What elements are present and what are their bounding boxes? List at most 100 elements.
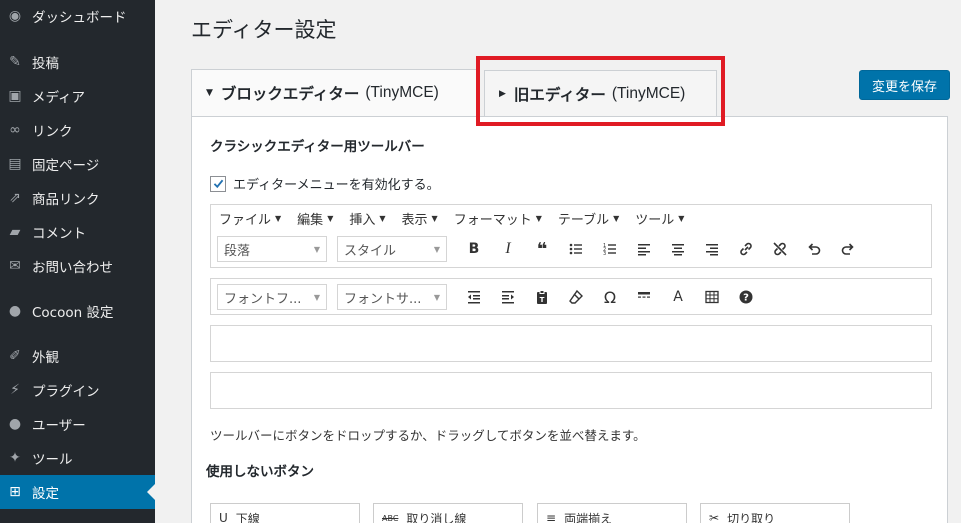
eraser-icon[interactable] — [559, 284, 593, 310]
tab-classic-editor[interactable]: ▶ 旧エディター (TinyMCE) — [484, 70, 717, 117]
save-button[interactable]: 変更を保存 — [859, 70, 950, 100]
svg-text:?: ? — [743, 293, 749, 304]
align-center-icon[interactable] — [661, 236, 695, 262]
external-icon: ⇗ — [9, 190, 21, 206]
underline-icon: U — [219, 511, 228, 523]
menu-insert[interactable]: 挿入 ▼ — [341, 209, 393, 228]
align-right-icon[interactable] — [695, 236, 729, 262]
sidebar-item-label: Cocoon 設定 — [32, 305, 114, 321]
plugin-icon: ⚡ — [10, 382, 20, 398]
sidebar-item-label: ユーザー — [32, 418, 86, 434]
horizontal-rule-icon[interactable] — [627, 284, 661, 310]
tab-block-editor[interactable]: ▼ ブロックエディター (TinyMCE) — [191, 69, 477, 116]
sidebar-item-label: リンク — [32, 124, 73, 140]
sidebar-item-label: お問い合わせ — [32, 260, 113, 276]
bullet-list-icon[interactable] — [559, 236, 593, 262]
triangle-down-icon: ▼ — [206, 88, 213, 98]
sidebar-item-posts[interactable]: ✎ 投稿 — [0, 45, 155, 79]
sidebar-item-appearance[interactable]: ✐ 外観 — [0, 339, 155, 373]
unused-underline-button[interactable]: U 下線 — [210, 503, 360, 523]
help-icon[interactable]: ? — [729, 284, 763, 310]
menu-view[interactable]: 表示 ▼ — [394, 209, 446, 228]
settings-icon: ⊞ — [9, 484, 21, 500]
blockquote-icon[interactable]: ❝ — [525, 236, 559, 262]
menu-format[interactable]: フォーマット ▼ — [446, 209, 550, 228]
tab-label: 旧エディター — [513, 86, 606, 104]
unused-button-label: 取り消し線 — [406, 511, 467, 523]
cocoon-icon: ● — [8, 303, 22, 319]
sidebar-item-label: メディア — [32, 90, 86, 106]
caret-down-icon: ▼ — [613, 213, 620, 223]
unused-button-label: 下線 — [235, 511, 260, 523]
tab-label: ブロックエディター — [220, 85, 360, 103]
unused-button-label: 切り取り — [727, 511, 776, 523]
outdent-icon[interactable] — [457, 284, 491, 310]
italic-icon[interactable]: I — [491, 236, 525, 262]
bold-icon[interactable]: B — [457, 236, 491, 262]
unused-buttons-title: 使用しないボタン — [206, 464, 314, 480]
pin-icon: ✎ — [9, 54, 21, 70]
caret-down-icon: ▼ — [678, 213, 685, 223]
link-icon[interactable] — [729, 236, 763, 262]
menu-tools[interactable]: ツール ▼ — [627, 209, 692, 228]
page-title: エディター設定 — [191, 18, 337, 42]
unused-cut-button[interactable]: ✂ 切り取り — [700, 503, 850, 523]
omega-icon[interactable]: Ω — [593, 284, 627, 310]
sidebar-item-pages[interactable]: ▤ 固定ページ — [0, 147, 155, 181]
justify-icon: ≡ — [546, 511, 557, 523]
menu-edit[interactable]: 編集 ▼ — [289, 209, 341, 228]
toolbar-row-2: フォントフ... ▼ フォントサ... ▼ T Ω A ? — [217, 284, 763, 310]
menu-table[interactable]: テーブル ▼ — [550, 209, 627, 228]
caret-down-icon: ▼ — [327, 213, 334, 223]
font-size-select[interactable]: フォントサ... ▼ — [337, 284, 447, 310]
menu-file[interactable]: ファイル ▼ — [211, 209, 289, 228]
dashboard-icon: ◉ — [8, 8, 22, 24]
scissors-icon: ✂ — [709, 511, 720, 523]
mail-icon: ✉ — [9, 258, 21, 274]
sidebar-item-tools[interactable]: ✦ ツール — [0, 441, 155, 475]
sidebar-item-label: コメント — [32, 226, 86, 242]
page-icon: ▤ — [8, 156, 22, 172]
paragraph-select[interactable]: 段落 ▼ — [217, 236, 327, 262]
sidebar-item-users[interactable]: ● ユーザー — [0, 407, 155, 441]
sidebar-item-label: ダッシュボード — [32, 10, 127, 26]
text-color-icon[interactable]: A — [661, 284, 695, 310]
enable-menu-checkbox[interactable] — [210, 175, 226, 192]
tab-label-suffix: (TinyMCE) — [365, 84, 439, 101]
toolbar-row-4[interactable] — [210, 372, 932, 409]
sidebar-item-media[interactable]: ▣ メディア — [0, 79, 155, 113]
unused-strikethrough-button[interactable]: ABC 取り消し線 — [373, 503, 523, 523]
caret-down-icon: ▼ — [313, 244, 320, 254]
unused-justify-button[interactable]: ≡ 両端揃え — [537, 503, 687, 523]
sidebar-item-plugins[interactable]: ⚡ プラグイン — [0, 373, 155, 407]
style-select[interactable]: スタイル ▼ — [337, 236, 447, 262]
tab-label-suffix: (TinyMCE) — [611, 85, 686, 102]
sidebar-item-comments[interactable]: ▰ コメント — [0, 215, 155, 249]
undo-icon[interactable] — [797, 236, 831, 262]
sidebar-item-cocoon[interactable]: ● Cocoon 設定 — [0, 294, 155, 328]
sidebar-item-dashboard[interactable]: ◉ ダッシュボード — [0, 0, 155, 32]
toolbar-row-1: 段落 ▼ スタイル ▼ B I ❝ 123 — [217, 236, 865, 262]
sidebar-item-links[interactable]: ∞ リンク — [0, 113, 155, 147]
sidebar-item-settings[interactable]: ⊞ 設定 — [0, 475, 155, 509]
numbered-list-icon[interactable]: 123 — [593, 236, 627, 262]
table-icon[interactable] — [695, 284, 729, 310]
sidebar-item-contact[interactable]: ✉ お問い合わせ — [0, 249, 155, 283]
sidebar-item-product-links[interactable]: ⇗ 商品リンク — [0, 181, 155, 215]
caret-down-icon: ▼ — [433, 292, 440, 302]
svg-text:T: T — [540, 296, 545, 304]
strikethrough-icon: ABC — [382, 513, 399, 523]
unlink-icon[interactable] — [763, 236, 797, 262]
toolbar-help-text: ツールバーにボタンをドロップするか、ドラッグしてボタンを並べ替えます。 — [210, 428, 646, 443]
caret-down-icon: ▼ — [535, 213, 542, 223]
font-family-select[interactable]: フォントフ... ▼ — [217, 284, 327, 310]
toolbar-row-3[interactable] — [210, 325, 932, 362]
editor-toolbar-box: ファイル ▼ 編集 ▼ 挿入 ▼ 表示 ▼ フォーマット ▼ テーブル ▼ ツール ▼ 段落 ▼… — [210, 204, 932, 268]
redo-icon[interactable] — [831, 236, 865, 262]
align-left-icon[interactable] — [627, 236, 661, 262]
wrench-icon: ✦ — [9, 450, 21, 466]
sidebar-item-label: 商品リンク — [32, 192, 100, 208]
triangle-right-icon: ▶ — [499, 89, 506, 99]
paste-text-icon[interactable]: T — [525, 284, 559, 310]
indent-icon[interactable] — [491, 284, 525, 310]
